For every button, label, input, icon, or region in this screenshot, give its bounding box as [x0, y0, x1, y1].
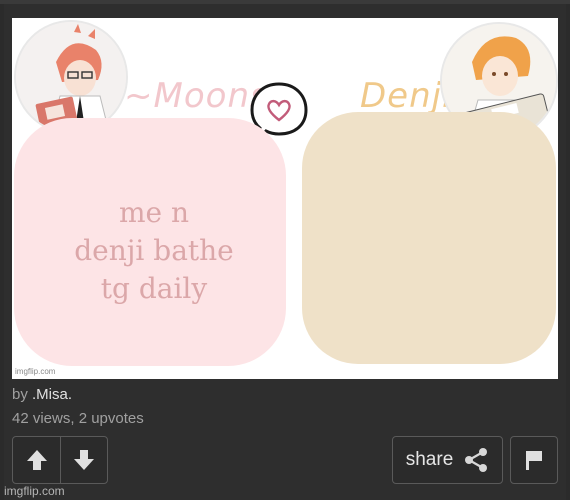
left-message-panel: me n denji bathe tg daily [14, 118, 286, 366]
avatar-moons [14, 20, 128, 134]
upvote-button[interactable] [13, 437, 60, 483]
arrow-down-icon [74, 450, 94, 470]
author-link[interactable]: .Misa. [32, 386, 72, 403]
right-message-panel [302, 112, 556, 364]
meme-image[interactable]: ~Moons Denji~ me n denji bathe tg daily … [12, 18, 558, 379]
flag-button[interactable] [510, 436, 558, 484]
downvote-button[interactable] [60, 437, 107, 483]
vote-buttons [12, 436, 108, 484]
footer-watermark: imgflip.com [4, 484, 65, 498]
left-name-label: ~Moons [124, 76, 269, 116]
flag-icon [526, 451, 542, 470]
arrow-up-icon [26, 450, 47, 470]
by-prefix: by [12, 386, 28, 403]
share-icon [465, 448, 488, 472]
meme-caption: me n denji bathe tg daily [74, 196, 234, 305]
author-line: by .Misa. [12, 386, 72, 403]
share-label: share [405, 449, 454, 470]
post-stats: 42 views, 2 upvotes [12, 410, 144, 427]
meme-watermark: imgflip.com [15, 367, 56, 376]
share-button[interactable]: share [392, 436, 503, 484]
